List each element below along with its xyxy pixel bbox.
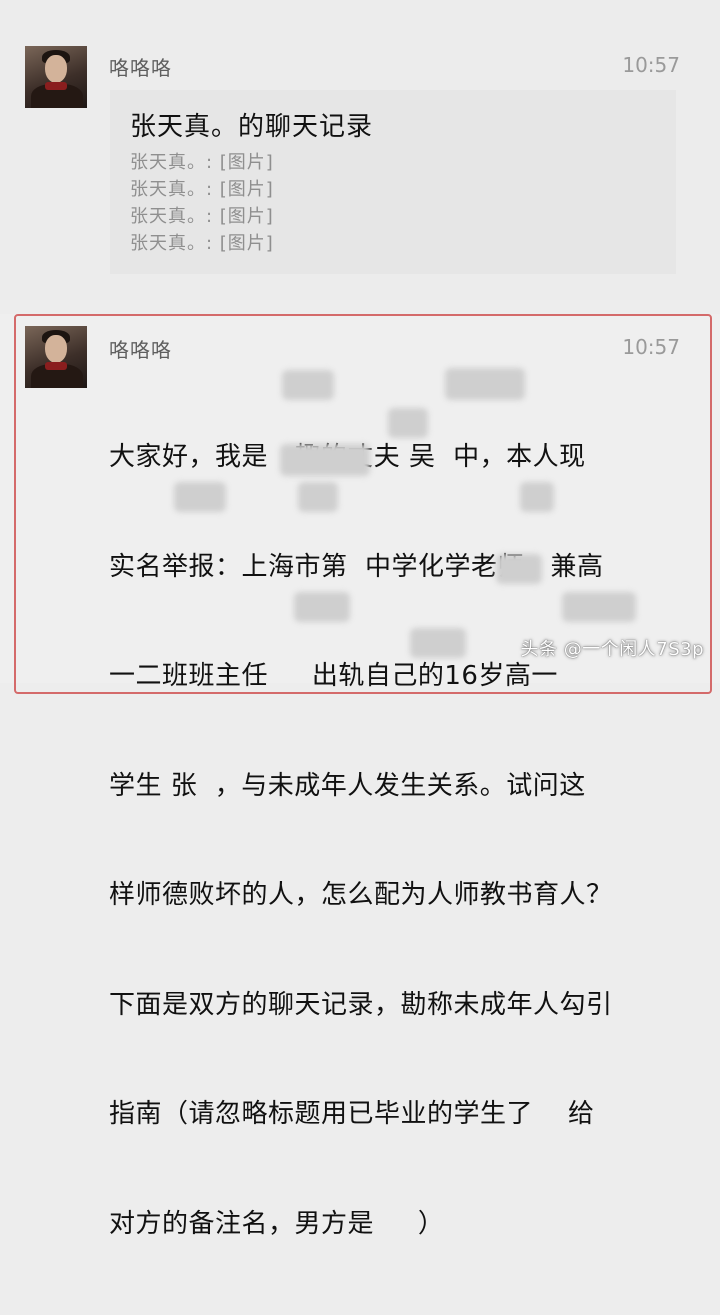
- chat-record-line: 张天真。: [图片]: [130, 152, 274, 173]
- chat-record-line: 张天真。: [图片]: [130, 206, 274, 227]
- redaction-blur: [298, 482, 338, 512]
- redaction-blur: [294, 592, 350, 622]
- message-text-line: 下面是双方的聊天记录，勘称未成年人勾引: [109, 989, 613, 1020]
- redaction-blur: [410, 628, 466, 658]
- message-text-line: 一二班班主任 出轨自己的16岁高一: [109, 661, 558, 691]
- message-text-line: 大家好，我是 趣的丈夫 吴 中，本人现: [109, 442, 586, 472]
- avatar-scarf: [45, 362, 67, 370]
- sender-name: 咯咯咯: [109, 56, 172, 80]
- avatar-scarf: [45, 82, 67, 90]
- avatar[interactable]: [25, 326, 87, 388]
- redaction-blur: [174, 482, 226, 512]
- chat-message-forwarded: 咯咯咯 10:57 张天真。的聊天记录 张天真。: [图片] 张天真。: [图片…: [0, 0, 720, 300]
- message-text-line: 学生 张 ，与未成年人发生关系。试问这: [109, 770, 586, 801]
- redaction-blur: [562, 592, 636, 622]
- redaction-blur: [445, 368, 525, 400]
- message-text-line: 实名举报：上海市第 中学化学老师、兼高: [109, 551, 604, 582]
- message-text-line: 对方的备注名，男方是 ）: [109, 1208, 445, 1239]
- redaction-blur: [282, 370, 334, 400]
- redaction-blur: [496, 554, 542, 584]
- sender-name: 咯咯咯: [109, 338, 172, 362]
- avatar[interactable]: [25, 46, 87, 108]
- redaction-blur: [520, 482, 554, 512]
- redaction-blur: [388, 408, 428, 438]
- chat-message-report: 咯咯咯 10:57 大家好，我是 趣的丈夫 吴 中，本人现 实名举报：上海市第 …: [0, 314, 720, 1239]
- watermark: 头条 @一个闲人7S3p: [520, 639, 704, 660]
- avatar-face: [45, 335, 67, 363]
- chat-record-card[interactable]: 张天真。的聊天记录 张天真。: [图片] 张天真。: [图片] 张天真。: [图…: [110, 90, 676, 274]
- message-text-line: 指南（请忽略标题用已毕业的学生了 给: [109, 1099, 595, 1129]
- redaction-blur: [280, 444, 370, 476]
- avatar-face: [45, 55, 67, 83]
- chat-record-line: 张天真。: [图片]: [130, 233, 274, 254]
- message-text-line: 样师德败坏的人，怎么配为人师教书育人？: [109, 880, 613, 910]
- chat-record-line: 张天真。: [图片]: [130, 179, 274, 200]
- message-time: 10:57: [622, 53, 680, 77]
- message-time: 10:57: [622, 335, 680, 359]
- chat-record-title: 张天真。的聊天记录: [130, 112, 374, 142]
